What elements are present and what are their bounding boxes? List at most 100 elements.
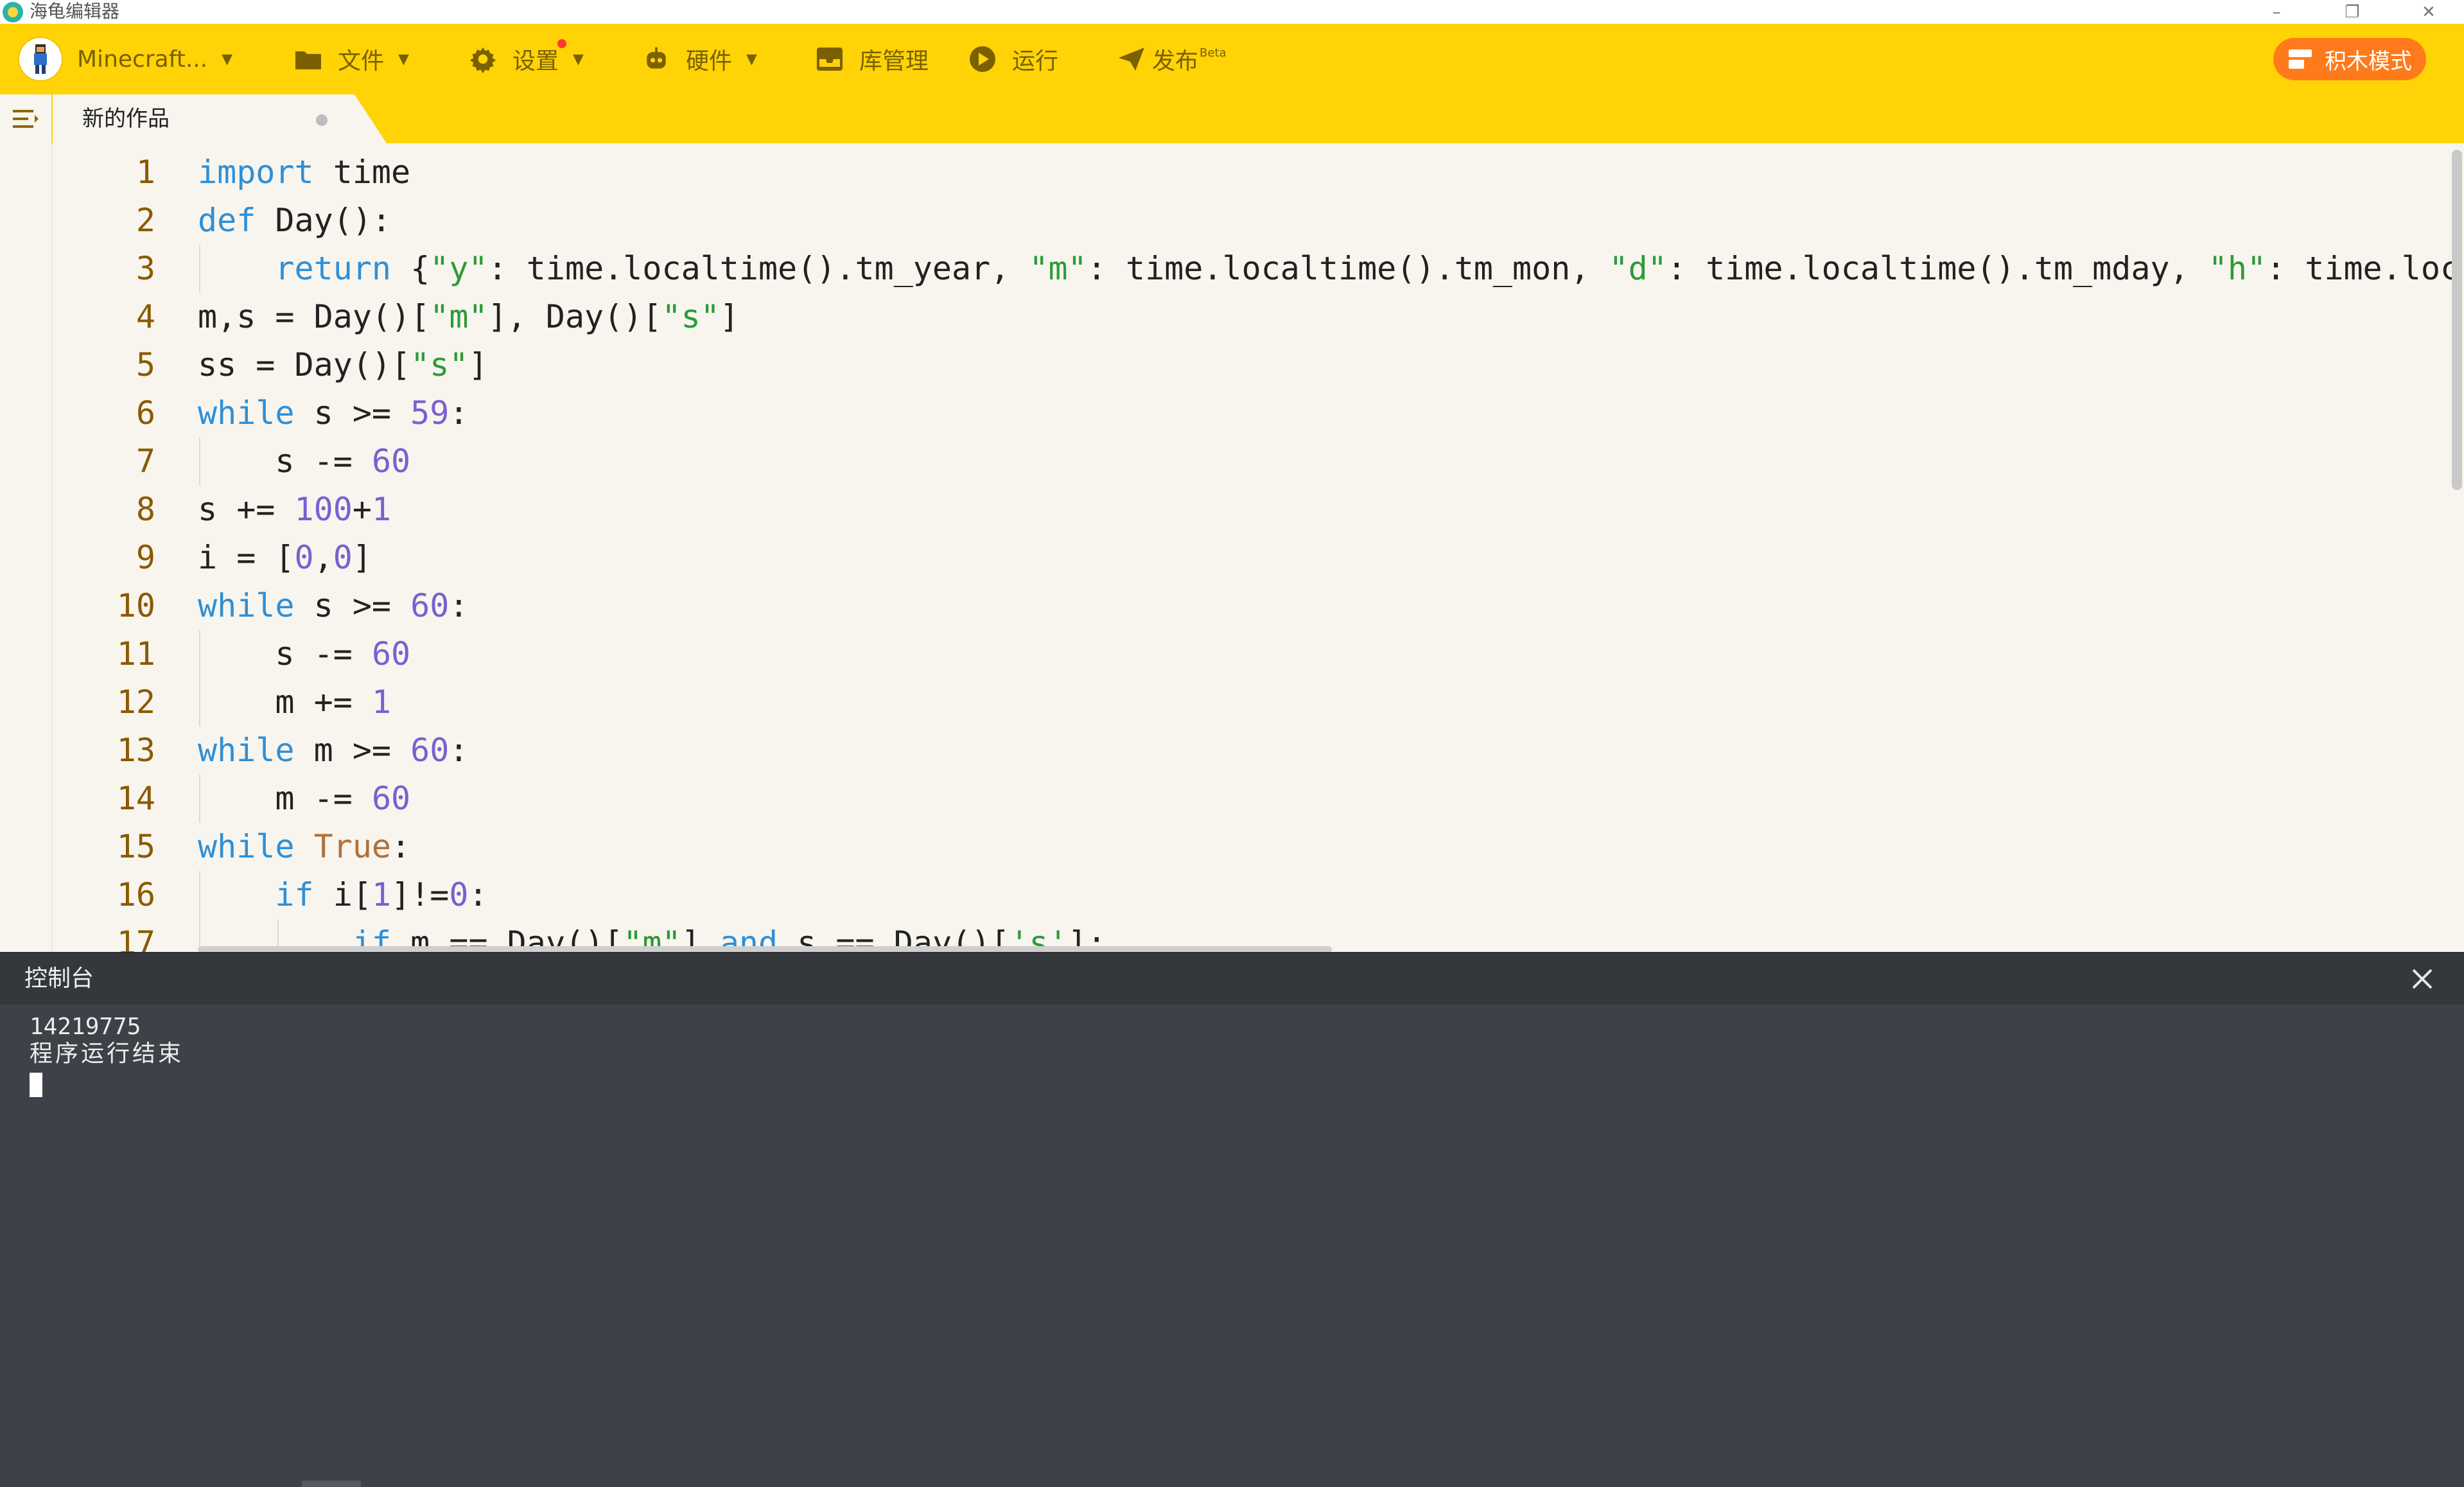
code-line[interactable]: m -= 60: [198, 775, 2458, 823]
code-token: "y": [430, 250, 488, 287]
line-number: 10: [116, 587, 155, 624]
environment-label: Minecraft...: [77, 46, 208, 73]
library-manager-button[interactable]: 库管理: [816, 24, 929, 94]
code-token: : time.localtime().tm_year,: [487, 250, 1029, 287]
line-number: 5: [135, 346, 155, 383]
code-line[interactable]: while s >= 60:: [198, 582, 2458, 630]
code-token: ]!=: [391, 876, 450, 913]
console-close-button[interactable]: [2406, 962, 2439, 996]
console-cursor: [30, 1073, 42, 1097]
line-number: 14: [116, 780, 155, 817]
code-line[interactable]: s -= 60: [198, 437, 2458, 486]
block-mode-button[interactable]: 积木模式: [2273, 38, 2426, 80]
code-line[interactable]: while s >= 59:: [198, 389, 2458, 437]
line-number: 7: [135, 443, 155, 480]
settings-menu[interactable]: 设置 ▼: [469, 24, 584, 94]
code-token: 60: [410, 587, 450, 624]
code-token: :: [449, 394, 469, 432]
code-token: ]: [719, 298, 739, 335]
vertical-scrollbar[interactable]: [2452, 150, 2462, 490]
code-token: while: [198, 587, 295, 624]
blocks-icon: [2287, 46, 2313, 72]
indent-guide: [199, 245, 200, 293]
line-number: 6: [135, 394, 155, 432]
hardware-menu[interactable]: 硬件 ▼: [642, 24, 757, 94]
run-toolbar-button[interactable]: 运行: [968, 24, 1058, 94]
restore-button[interactable]: ❐: [2317, 0, 2388, 24]
code-line[interactable]: i = [0,0]: [198, 534, 2458, 582]
code-line[interactable]: def Day():: [198, 197, 2458, 245]
code-token: "m": [430, 298, 488, 335]
code-token: ss = Day()[: [198, 346, 411, 383]
code-token: if: [275, 876, 314, 913]
code-token: :: [468, 876, 488, 913]
code-line[interactable]: return {"y": time.localtime().tm_year, "…: [198, 245, 2460, 293]
code-line[interactable]: s -= 60: [198, 630, 2458, 678]
console-header: 控制台: [0, 952, 2464, 1005]
indent-guide: [199, 775, 200, 823]
menu-icon: [13, 110, 39, 128]
code-token: m,s = Day()[: [198, 298, 430, 335]
file-menu-label: 文件: [338, 48, 385, 75]
unsaved-indicator: [316, 114, 328, 126]
code-token: ], Day()[: [487, 298, 662, 335]
sidebar-toggle-button[interactable]: [0, 94, 51, 143]
chevron-down-icon: ▼: [222, 51, 233, 67]
file-menu[interactable]: 文件 ▼: [294, 24, 409, 94]
publish-button[interactable]: 发布 Beta: [1117, 24, 1227, 94]
code-area[interactable]: import time def Day(): return {"y": time.…: [198, 148, 2460, 952]
line-number: 13: [116, 732, 155, 769]
code-token: 0: [449, 876, 469, 913]
code-token: while: [198, 394, 295, 432]
code-line[interactable]: ss = Day()["s"]: [198, 341, 2458, 389]
console-output[interactable]: 14219775 程序运行结束: [30, 1014, 184, 1068]
console-title: 控制台: [24, 965, 94, 992]
code-token: :: [449, 587, 469, 624]
code-line[interactable]: s += 100+1: [198, 486, 2458, 534]
code-line[interactable]: import time: [198, 148, 2458, 197]
environment-selector[interactable]: Minecraft... ▼: [19, 24, 232, 94]
code-line[interactable]: m,s = Day()["m"], Day()["s"]: [198, 293, 2458, 341]
code-token: 1: [371, 491, 392, 528]
code-token: ]: [352, 539, 372, 576]
code-token: "h": [2208, 250, 2267, 287]
library-manager-label: 库管理: [859, 48, 929, 75]
block-mode-label: 积木模式: [2325, 48, 2412, 75]
line-number: 16: [116, 876, 155, 913]
code-token: "m": [1029, 250, 1087, 287]
code-line[interactable]: if i[1]!=0:: [198, 871, 2458, 919]
code-token: 60: [371, 780, 411, 817]
tab-bar: 新的作品: [0, 94, 2464, 143]
console-panel: 控制台 14219775 程序运行结束: [0, 952, 2464, 1487]
horizontal-scrollbar[interactable]: [198, 946, 1332, 952]
indent-guide: [199, 437, 200, 486]
main-toolbar: Minecraft... ▼ 文件 ▼ 设置 ▼ 硬件 ▼ 库管理 运行 发布 …: [0, 24, 2464, 94]
close-window-button[interactable]: ✕: [2393, 0, 2464, 24]
code-token: while: [198, 732, 295, 769]
line-number: 9: [135, 539, 155, 576]
line-number: 4: [135, 298, 155, 335]
folder-icon: [294, 45, 322, 73]
code-token: m >=: [294, 732, 411, 769]
code-line[interactable]: m += 1: [198, 678, 2458, 726]
paper-plane-icon: [1117, 45, 1146, 73]
run-toolbar-label: 运行: [1012, 48, 1059, 75]
code-editor[interactable]: 1 2 3 4 5 6 7 8 9 10 11 12 13 14 15 16 17 import time def…: [0, 143, 2464, 952]
code-token: ]: [468, 346, 488, 383]
code-token: 0: [333, 539, 353, 576]
code-token: :: [449, 732, 469, 769]
console-resize-handle[interactable]: [302, 1481, 361, 1487]
gear-icon: [469, 45, 497, 73]
code-line[interactable]: while True:: [198, 823, 2458, 871]
code-line[interactable]: while m >= 60:: [198, 726, 2458, 775]
editor-left-gutter: [0, 143, 53, 952]
app-logo-icon: [3, 2, 23, 22]
minimize-button[interactable]: –: [2241, 0, 2312, 24]
tab-file-name[interactable]: 新的作品: [82, 94, 170, 143]
line-number-gutter: 1 2 3 4 5 6 7 8 9 10 11 12 13 14 15 16 17: [51, 148, 167, 952]
robot-icon: [642, 45, 670, 73]
code-token: s -=: [198, 635, 372, 673]
minecraft-avatar-icon: [19, 38, 62, 80]
code-token: s >=: [294, 394, 411, 432]
